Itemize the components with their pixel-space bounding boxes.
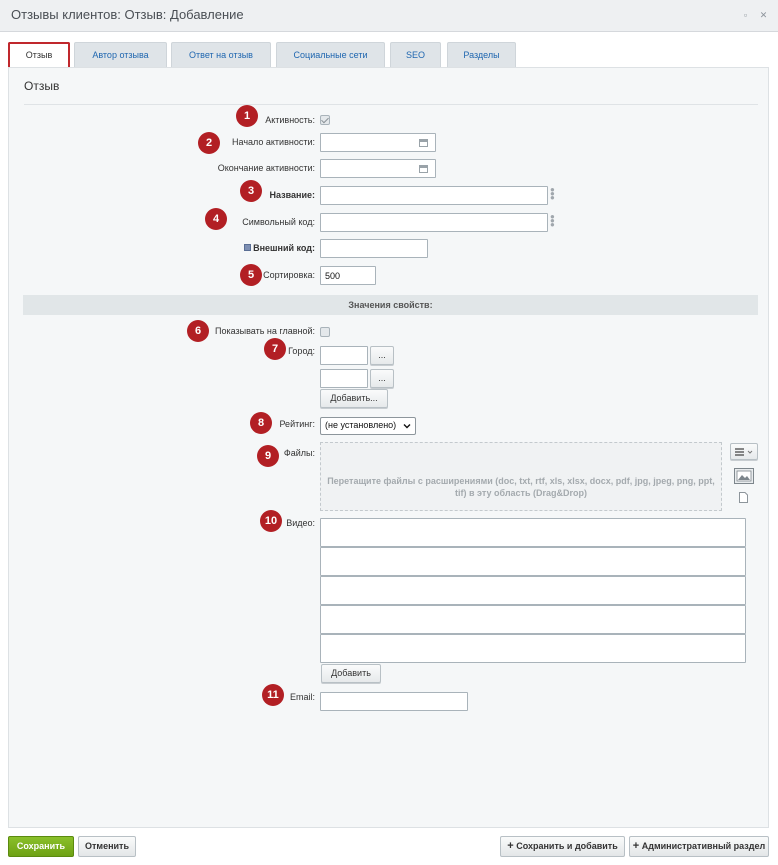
name-label: Название: bbox=[269, 190, 315, 200]
email-input[interactable] bbox=[320, 692, 468, 711]
external-code-input[interactable] bbox=[320, 239, 428, 258]
files-drop-text: Перетащите файлы с расширениями (doc, tx… bbox=[327, 476, 715, 498]
drag-handle-icon[interactable]: ● ● ● bbox=[550, 186, 555, 202]
tab-answer[interactable]: Ответ на отзыв bbox=[171, 42, 271, 67]
badge-10: 10 bbox=[260, 510, 282, 532]
panel-heading: Отзыв bbox=[24, 79, 60, 93]
city-browse-button-2[interactable]: ... bbox=[370, 369, 394, 388]
properties-section-header: Значения свойств: bbox=[23, 295, 758, 315]
city-browse-button-1[interactable]: ... bbox=[370, 346, 394, 365]
video-input-5[interactable] bbox=[320, 634, 746, 663]
video-input-1[interactable] bbox=[320, 518, 746, 547]
city-input-2[interactable] bbox=[320, 369, 368, 388]
show-on-main-checkbox[interactable] bbox=[320, 327, 330, 337]
badge-4: 4 bbox=[205, 208, 227, 230]
city-add-button[interactable]: Добавить... bbox=[320, 389, 388, 408]
city-label: Город: bbox=[288, 346, 315, 356]
badge-7: 7 bbox=[264, 338, 286, 360]
active-from-label: Начало активности: bbox=[232, 137, 315, 147]
code-label: Символьный код: bbox=[242, 217, 315, 227]
activity-label: Активность: bbox=[265, 115, 315, 125]
show-on-main-label: Показывать на главной: bbox=[214, 326, 315, 336]
admin-section-label: Административный раздел bbox=[641, 841, 766, 851]
badge-5: 5 bbox=[240, 264, 262, 286]
rating-label: Рейтинг: bbox=[279, 419, 315, 429]
window-title: Отзывы клиентов: Отзыв: Добавление bbox=[11, 7, 244, 22]
badge-8: 8 bbox=[250, 412, 272, 434]
save-and-add-label: Сохранить и добавить bbox=[516, 841, 618, 851]
badge-1: 1 bbox=[236, 105, 258, 127]
image-icon[interactable] bbox=[734, 468, 754, 484]
admin-section-button[interactable]: + Административный раздел bbox=[629, 836, 769, 857]
chevron-down-icon bbox=[403, 422, 411, 430]
file-icon[interactable] bbox=[739, 492, 748, 503]
save-and-add-button[interactable]: + Сохранить и добавить bbox=[500, 836, 625, 857]
badge-3: 3 bbox=[240, 180, 262, 202]
tab-review[interactable]: Отзыв bbox=[8, 42, 70, 68]
plus-icon: + bbox=[632, 840, 640, 852]
sort-input[interactable] bbox=[320, 266, 376, 285]
files-dropzone[interactable]: Перетащите файлы с расширениями (doc, tx… bbox=[320, 442, 722, 511]
sort-label: Сортировка: bbox=[263, 270, 315, 280]
activity-checkbox[interactable] bbox=[320, 115, 330, 125]
badge-2: 2 bbox=[198, 132, 220, 154]
divider bbox=[24, 104, 758, 105]
calendar-icon[interactable] bbox=[419, 139, 428, 147]
badge-6: 6 bbox=[187, 320, 209, 342]
tab-seo[interactable]: SEO bbox=[390, 42, 441, 67]
rating-select[interactable]: (не установлено) bbox=[320, 417, 416, 435]
rating-selected-value: (не установлено) bbox=[325, 420, 397, 430]
plus-icon: + bbox=[507, 840, 514, 852]
menu-icon[interactable] bbox=[730, 443, 758, 460]
external-code-label: Внешний код: bbox=[253, 243, 315, 253]
email-label: Email: bbox=[289, 692, 315, 702]
calendar-icon[interactable] bbox=[419, 165, 428, 173]
video-label: Видео: bbox=[286, 518, 315, 528]
video-input-2[interactable] bbox=[320, 547, 746, 576]
badge-11: 11 bbox=[262, 684, 284, 706]
video-input-4[interactable] bbox=[320, 605, 746, 634]
external-code-icon bbox=[244, 244, 251, 251]
save-button[interactable]: Сохранить bbox=[8, 836, 74, 857]
cancel-button[interactable]: Отменить bbox=[78, 836, 136, 857]
code-input[interactable] bbox=[320, 213, 548, 232]
tab-sections[interactable]: Разделы bbox=[447, 42, 516, 67]
maximize-icon[interactable]: ▫ bbox=[741, 11, 750, 20]
video-input-3[interactable] bbox=[320, 576, 746, 605]
window-titlebar: Отзывы клиентов: Отзыв: Добавление ▫ ✕ bbox=[0, 0, 778, 32]
close-icon[interactable]: ✕ bbox=[759, 11, 768, 20]
city-input-1[interactable] bbox=[320, 346, 368, 365]
name-input[interactable] bbox=[320, 186, 548, 205]
badge-9: 9 bbox=[257, 445, 279, 467]
active-to-label: Окончание активности: bbox=[217, 163, 315, 173]
video-add-button[interactable]: Добавить bbox=[321, 664, 381, 683]
tab-social[interactable]: Социальные сети bbox=[276, 42, 385, 67]
drag-handle-icon[interactable]: ● ● ● bbox=[550, 213, 555, 229]
files-label: Файлы: bbox=[283, 448, 315, 458]
tab-author[interactable]: Автор отзыва bbox=[74, 42, 167, 67]
